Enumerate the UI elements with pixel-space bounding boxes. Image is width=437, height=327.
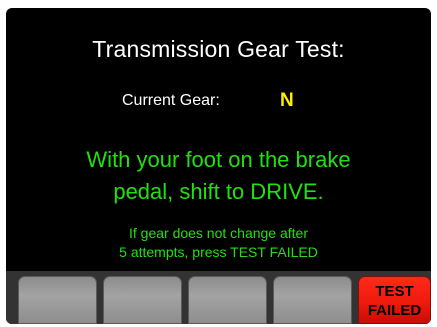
softkey-1-button[interactable] xyxy=(18,276,97,324)
test-screen: Transmission Gear Test: Current Gear: N … xyxy=(6,8,431,324)
test-failed-label-line-1: TEST xyxy=(375,283,414,300)
current-gear-label: Current Gear: xyxy=(122,92,220,109)
page-title: Transmission Gear Test: xyxy=(92,36,345,62)
instruction-line-2: pedal, shift to DRIVE. xyxy=(113,179,324,204)
softkey-bar: TEST FAILED xyxy=(6,271,431,324)
instruction-text: With your foot on the brake pedal, shift… xyxy=(6,144,431,208)
hint-text: If gear does not change after 5 attempts… xyxy=(6,224,431,262)
current-gear-value: N xyxy=(280,90,294,111)
current-gear-row: Current Gear: N xyxy=(6,90,431,114)
instruction-line-1: With your foot on the brake xyxy=(86,147,351,172)
softkey-4-button[interactable] xyxy=(273,276,352,324)
softkey-3-button[interactable] xyxy=(188,276,267,324)
hint-line-1: If gear does not change after xyxy=(128,225,308,241)
test-failed-label-line-2: FAILED xyxy=(367,302,422,319)
hint-line-2: 5 attempts, press TEST FAILED xyxy=(119,244,318,260)
test-failed-button[interactable]: TEST FAILED xyxy=(358,276,431,324)
softkey-2-button[interactable] xyxy=(103,276,182,324)
